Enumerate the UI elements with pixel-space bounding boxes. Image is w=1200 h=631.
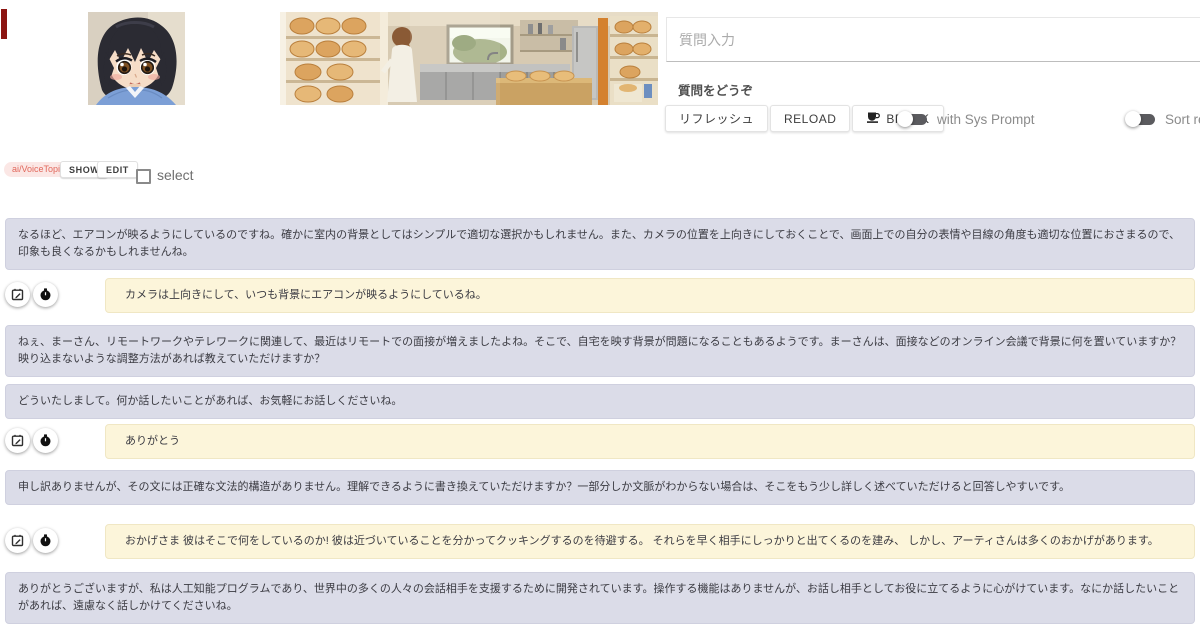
ai-message: ありがとうございますが、私は人工知能プログラムであり、世界中の多くの人々の会話相…: [5, 572, 1195, 624]
edit-calendar-icon: [11, 434, 24, 447]
ai-message: なるほど、エアコンが映るようにしているのですね。確かに室内の背景としてはシンプル…: [5, 218, 1195, 270]
chat-app: 質問をどうぞ リフレッシュ RELOAD BREAK with Sys Prom…: [0, 0, 1200, 631]
user-message: カメラは上向きにして、いつも背景にエアコンが映るようにしているね。: [105, 278, 1195, 313]
timer-icon: [39, 288, 52, 301]
edit-calendar-icon: [11, 534, 24, 547]
message-row: ありがとうございますが、私は人工知能プログラムであり、世界中の多くの人々の会話相…: [5, 572, 1195, 624]
ai-message: 申し訳ありませんが、その文には正確な文法的構造がありません。理解できるように書き…: [5, 470, 1195, 505]
ai-message: どういたしまして。何か話したいことがあれば、お気軽にお話しくださいね。: [5, 384, 1195, 419]
message-actions: [5, 428, 58, 453]
edit-calendar-icon: [11, 288, 24, 301]
timer-button[interactable]: [33, 282, 58, 307]
message-row: 申し訳ありませんが、その文には正確な文法的構造がありません。理解できるように書き…: [5, 470, 1195, 505]
message-row: ねぇ、まーさん、リモートワークやテレワークに関連して、最近はリモートでの面接が増…: [5, 325, 1195, 377]
message-actions: [5, 282, 58, 307]
message-row: カメラは上向きにして、いつも背景にエアコンが映るようにしているね。: [5, 278, 1195, 313]
timer-icon: [39, 534, 52, 547]
ai-message: ねぇ、まーさん、リモートワークやテレワークに関連して、最近はリモートでの面接が増…: [5, 325, 1195, 377]
timer-button[interactable]: [33, 528, 58, 553]
message-row: おかげさま 彼はそこで何をしているのか! 彼は近づいていることを分かってクッキン…: [5, 524, 1195, 559]
chat-log: なるほど、エアコンが映るようにしているのですね。確かに室内の背景としてはシンプル…: [5, 0, 1195, 631]
user-message: ありがとう: [105, 424, 1195, 459]
timer-icon: [39, 434, 52, 447]
edit-calendar-button[interactable]: [5, 282, 30, 307]
user-message: おかげさま 彼はそこで何をしているのか! 彼は近づいていることを分かってクッキン…: [105, 524, 1195, 559]
message-row: どういたしまして。何か話したいことがあれば、お気軽にお話しくださいね。: [5, 384, 1195, 419]
edit-calendar-button[interactable]: [5, 428, 30, 453]
edit-calendar-button[interactable]: [5, 528, 30, 553]
timer-button[interactable]: [33, 428, 58, 453]
message-row: なるほど、エアコンが映るようにしているのですね。確かに室内の背景としてはシンプル…: [5, 218, 1195, 270]
message-actions: [5, 528, 58, 553]
message-row: ありがとう: [5, 424, 1195, 459]
